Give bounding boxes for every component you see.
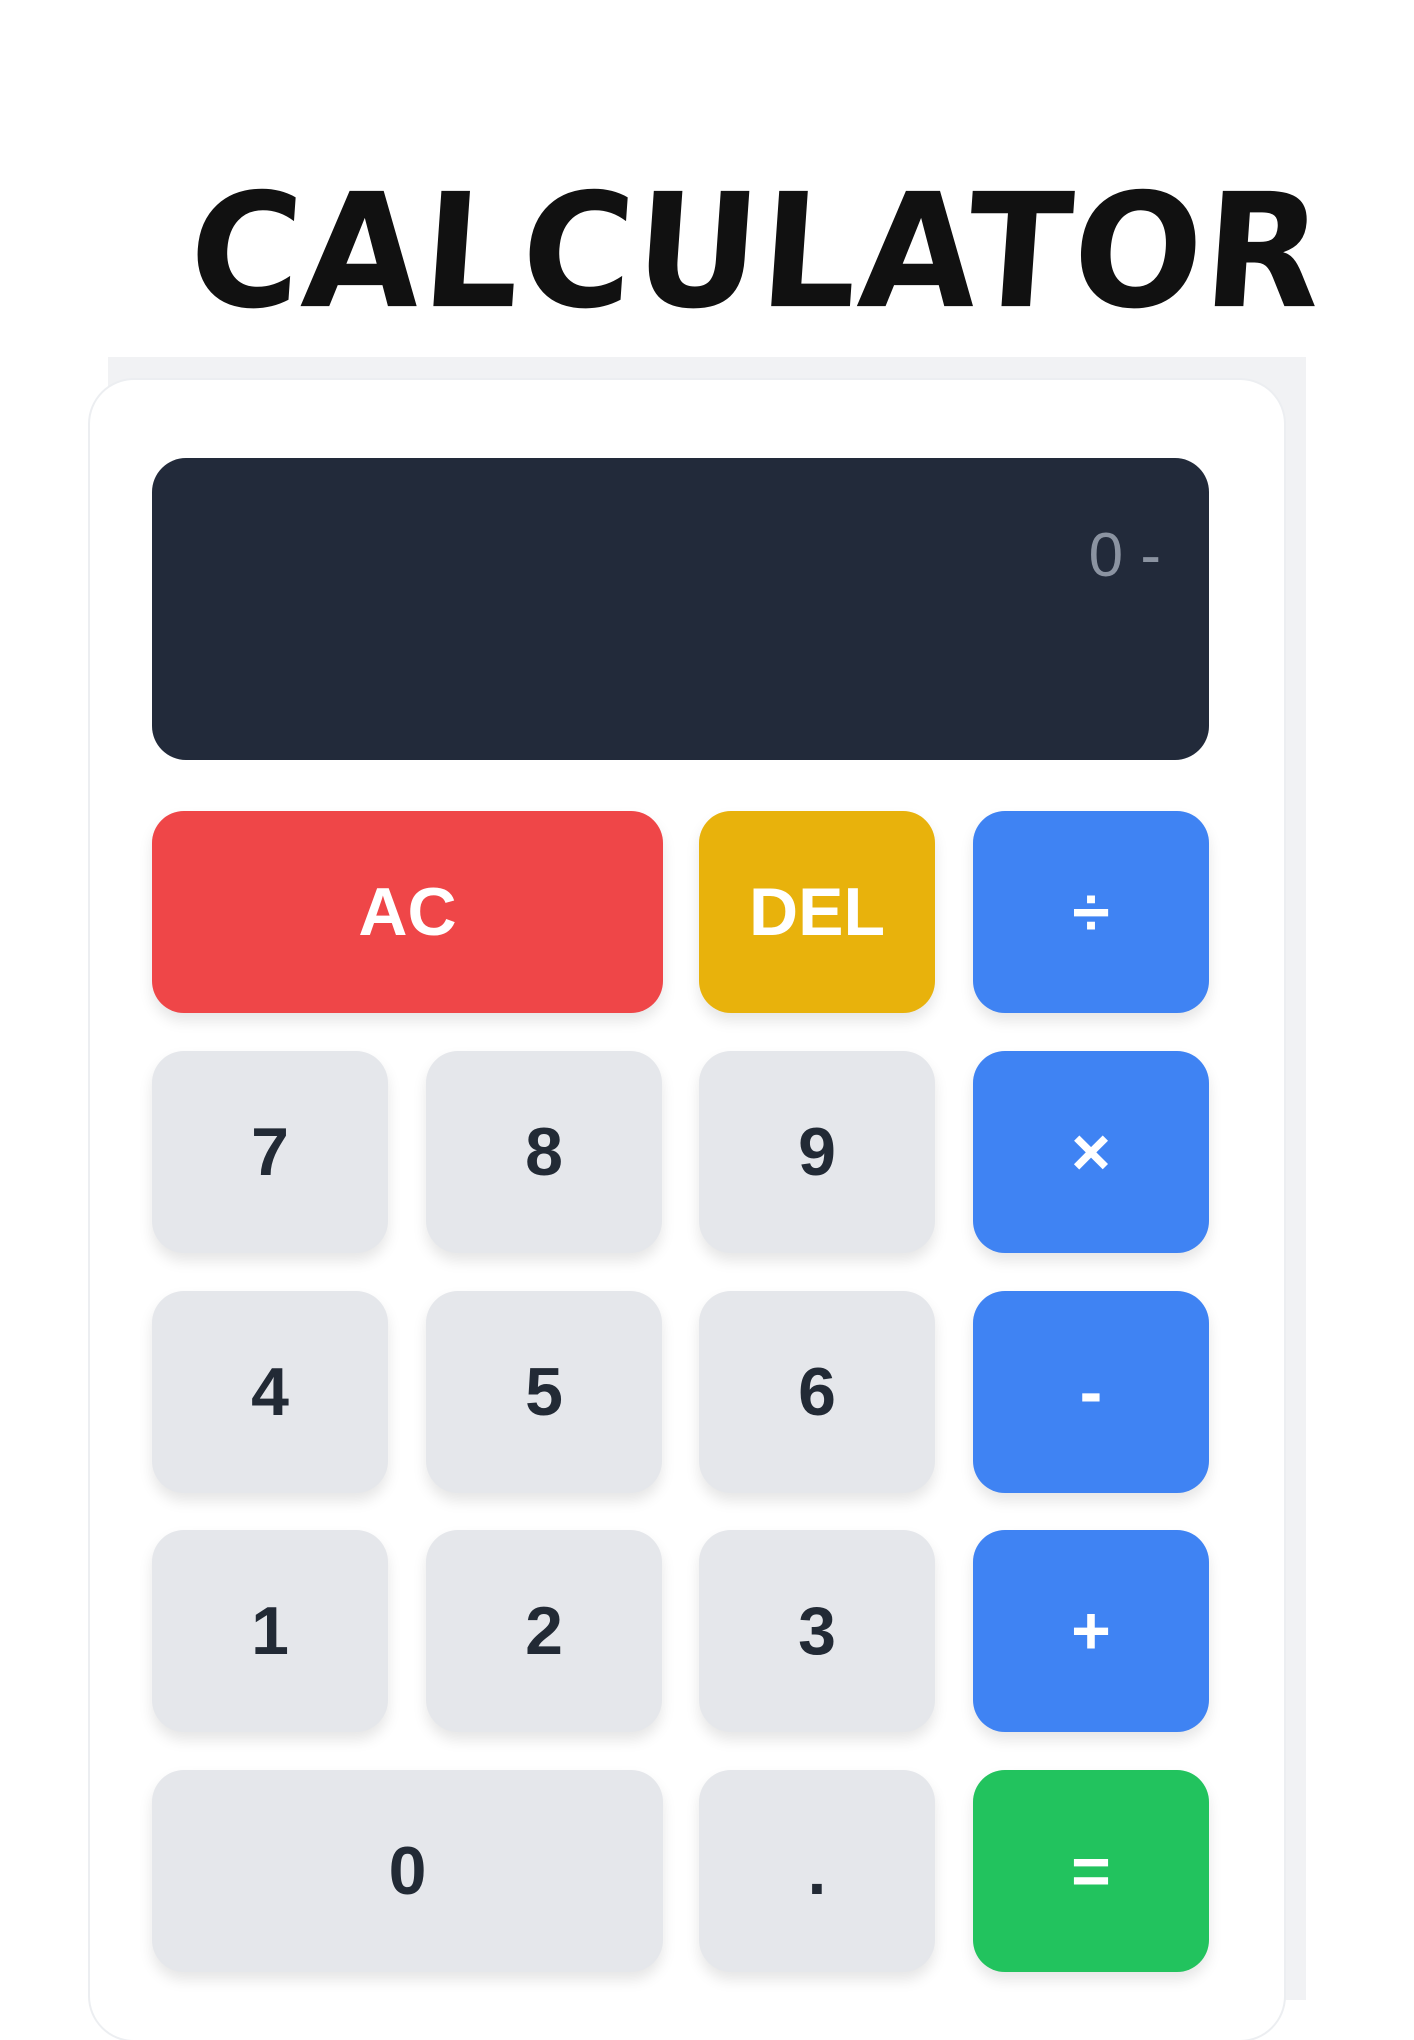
- digit-9-button[interactable]: 9: [699, 1051, 935, 1253]
- divide-button[interactable]: ÷: [973, 811, 1209, 1013]
- subtract-button[interactable]: -: [973, 1291, 1209, 1493]
- digit-5-button[interactable]: 5: [426, 1291, 662, 1493]
- all-clear-button[interactable]: AC: [152, 811, 663, 1013]
- equals-button[interactable]: =: [973, 1770, 1209, 1972]
- calculator-display: 0 -: [152, 458, 1209, 760]
- decimal-button[interactable]: .: [699, 1770, 935, 1972]
- multiply-button[interactable]: ×: [973, 1051, 1209, 1253]
- add-button[interactable]: +: [973, 1530, 1209, 1732]
- page-title: CALCULATOR: [183, 159, 1331, 344]
- digit-0-button[interactable]: 0: [152, 1770, 663, 1972]
- digit-4-button[interactable]: 4: [152, 1291, 388, 1493]
- digit-8-button[interactable]: 8: [426, 1051, 662, 1253]
- digit-2-button[interactable]: 2: [426, 1530, 662, 1732]
- digit-6-button[interactable]: 6: [699, 1291, 935, 1493]
- digit-1-button[interactable]: 1: [152, 1530, 388, 1732]
- display-value: 0 -: [1088, 521, 1161, 590]
- delete-button[interactable]: DEL: [699, 811, 935, 1013]
- digit-7-button[interactable]: 7: [152, 1051, 388, 1253]
- digit-3-button[interactable]: 3: [699, 1530, 935, 1732]
